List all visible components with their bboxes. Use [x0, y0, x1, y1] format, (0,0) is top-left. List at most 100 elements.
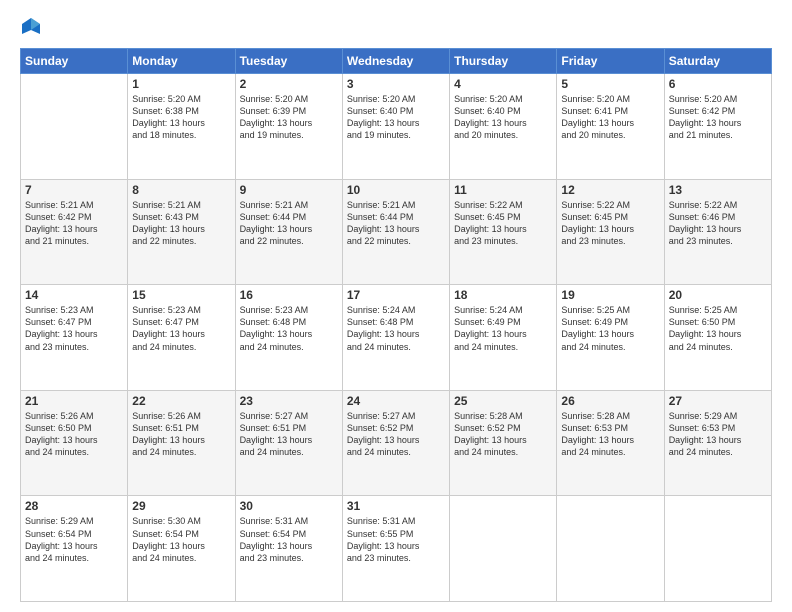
cell-info: Sunrise: 5:22 AM Sunset: 6:46 PM Dayligh… — [669, 199, 767, 248]
day-number: 22 — [132, 394, 230, 408]
day-number: 13 — [669, 183, 767, 197]
header — [20, 16, 772, 38]
day-number: 7 — [25, 183, 123, 197]
day-number: 19 — [561, 288, 659, 302]
calendar-cell: 23 Sunrise: 5:27 AM Sunset: 6:51 PM Dayli… — [235, 390, 342, 496]
day-number: 20 — [669, 288, 767, 302]
calendar-cell: 31Sunrise: 5:31 AM Sunset: 6:55 PM Dayli… — [342, 496, 449, 602]
calendar-cell: 11Sunrise: 5:22 AM Sunset: 6:45 PM Dayli… — [450, 179, 557, 285]
day-number: 21 — [25, 394, 123, 408]
logo-icon — [20, 16, 42, 38]
calendar-cell: 17 Sunrise: 5:24 AM Sunset: 6:48 PM Dayli… — [342, 285, 449, 391]
day-number: 17 — [347, 288, 445, 302]
calendar-cell: 13 Sunrise: 5:22 AM Sunset: 6:46 PM Dayli… — [664, 179, 771, 285]
calendar-cell: 20 Sunrise: 5:25 AM Sunset: 6:50 PM Dayli… — [664, 285, 771, 391]
day-number: 14 — [25, 288, 123, 302]
calendar-cell: 15 Sunrise: 5:23 AM Sunset: 6:47 PM Dayli… — [128, 285, 235, 391]
day-number: 6 — [669, 77, 767, 91]
calendar-cell: 30 Sunrise: 5:31 AM Sunset: 6:54 PM Dayli… — [235, 496, 342, 602]
day-number: 16 — [240, 288, 338, 302]
cell-info: Sunrise: 5:29 AM Sunset: 6:53 PM Dayligh… — [669, 410, 767, 459]
cell-info: Sunrise: 5:22 AM Sunset: 6:45 PM Dayligh… — [454, 199, 552, 248]
day-number: 3 — [347, 77, 445, 91]
cell-info: Sunrise: 5:24 AM Sunset: 6:49 PM Dayligh… — [454, 304, 552, 353]
cell-info: Sunrise: 5:26 AM Sunset: 6:51 PM Dayligh… — [132, 410, 230, 459]
weekday-header: Monday — [128, 49, 235, 74]
calendar-cell: 22 Sunrise: 5:26 AM Sunset: 6:51 PM Dayli… — [128, 390, 235, 496]
page: SundayMondayTuesdayWednesdayThursdayFrid… — [0, 0, 792, 612]
cell-info: Sunrise: 5:20 AM Sunset: 6:42 PM Dayligh… — [669, 93, 767, 142]
calendar-cell: 6 Sunrise: 5:20 AM Sunset: 6:42 PM Daylig… — [664, 74, 771, 180]
cell-info: Sunrise: 5:25 AM Sunset: 6:50 PM Dayligh… — [669, 304, 767, 353]
calendar-cell: 18 Sunrise: 5:24 AM Sunset: 6:49 PM Dayli… — [450, 285, 557, 391]
day-number: 23 — [240, 394, 338, 408]
cell-info: Sunrise: 5:20 AM Sunset: 6:40 PM Dayligh… — [347, 93, 445, 142]
calendar-cell — [21, 74, 128, 180]
calendar-cell: 28Sunrise: 5:29 AM Sunset: 6:54 PM Dayli… — [21, 496, 128, 602]
calendar-cell: 5 Sunrise: 5:20 AM Sunset: 6:41 PM Daylig… — [557, 74, 664, 180]
calendar-cell — [557, 496, 664, 602]
calendar-cell: 16 Sunrise: 5:23 AM Sunset: 6:48 PM Dayli… — [235, 285, 342, 391]
cell-info: Sunrise: 5:28 AM Sunset: 6:52 PM Dayligh… — [454, 410, 552, 459]
weekday-header: Wednesday — [342, 49, 449, 74]
cell-info: Sunrise: 5:24 AM Sunset: 6:48 PM Dayligh… — [347, 304, 445, 353]
logo — [20, 16, 46, 38]
calendar-cell: 24 Sunrise: 5:27 AM Sunset: 6:52 PM Dayli… — [342, 390, 449, 496]
calendar-cell — [664, 496, 771, 602]
day-number: 29 — [132, 499, 230, 513]
day-number: 31 — [347, 499, 445, 513]
day-number: 8 — [132, 183, 230, 197]
cell-info: Sunrise: 5:22 AM Sunset: 6:45 PM Dayligh… — [561, 199, 659, 248]
day-number: 26 — [561, 394, 659, 408]
calendar-cell — [450, 496, 557, 602]
weekday-header: Tuesday — [235, 49, 342, 74]
day-number: 12 — [561, 183, 659, 197]
cell-info: Sunrise: 5:27 AM Sunset: 6:52 PM Dayligh… — [347, 410, 445, 459]
day-number: 25 — [454, 394, 552, 408]
cell-info: Sunrise: 5:30 AM Sunset: 6:54 PM Dayligh… — [132, 515, 230, 564]
calendar-cell: 27Sunrise: 5:29 AM Sunset: 6:53 PM Dayli… — [664, 390, 771, 496]
cell-info: Sunrise: 5:31 AM Sunset: 6:54 PM Dayligh… — [240, 515, 338, 564]
cell-info: Sunrise: 5:20 AM Sunset: 6:38 PM Dayligh… — [132, 93, 230, 142]
calendar-cell: 26 Sunrise: 5:28 AM Sunset: 6:53 PM Dayli… — [557, 390, 664, 496]
calendar-cell: 12 Sunrise: 5:22 AM Sunset: 6:45 PM Dayli… — [557, 179, 664, 285]
cell-info: Sunrise: 5:20 AM Sunset: 6:41 PM Dayligh… — [561, 93, 659, 142]
weekday-header: Sunday — [21, 49, 128, 74]
calendar-cell: 14 Sunrise: 5:23 AM Sunset: 6:47 PM Dayli… — [21, 285, 128, 391]
calendar-cell: 2Sunrise: 5:20 AM Sunset: 6:39 PM Daylig… — [235, 74, 342, 180]
cell-info: Sunrise: 5:23 AM Sunset: 6:47 PM Dayligh… — [25, 304, 123, 353]
day-number: 30 — [240, 499, 338, 513]
cell-info: Sunrise: 5:21 AM Sunset: 6:44 PM Dayligh… — [240, 199, 338, 248]
day-number: 9 — [240, 183, 338, 197]
day-number: 5 — [561, 77, 659, 91]
weekday-header: Saturday — [664, 49, 771, 74]
day-number: 4 — [454, 77, 552, 91]
calendar-cell: 4 Sunrise: 5:20 AM Sunset: 6:40 PM Daylig… — [450, 74, 557, 180]
calendar-cell: 10 Sunrise: 5:21 AM Sunset: 6:44 PM Dayli… — [342, 179, 449, 285]
calendar-table: SundayMondayTuesdayWednesdayThursdayFrid… — [20, 48, 772, 602]
day-number: 28 — [25, 499, 123, 513]
day-number: 10 — [347, 183, 445, 197]
cell-info: Sunrise: 5:23 AM Sunset: 6:47 PM Dayligh… — [132, 304, 230, 353]
calendar-cell: 8Sunrise: 5:21 AM Sunset: 6:43 PM Daylig… — [128, 179, 235, 285]
calendar-cell: 3 Sunrise: 5:20 AM Sunset: 6:40 PM Daylig… — [342, 74, 449, 180]
day-number: 1 — [132, 77, 230, 91]
day-number: 24 — [347, 394, 445, 408]
cell-info: Sunrise: 5:23 AM Sunset: 6:48 PM Dayligh… — [240, 304, 338, 353]
cell-info: Sunrise: 5:28 AM Sunset: 6:53 PM Dayligh… — [561, 410, 659, 459]
day-number: 15 — [132, 288, 230, 302]
cell-info: Sunrise: 5:21 AM Sunset: 6:42 PM Dayligh… — [25, 199, 123, 248]
weekday-header: Friday — [557, 49, 664, 74]
calendar-cell: 1 Sunrise: 5:20 AM Sunset: 6:38 PM Daylig… — [128, 74, 235, 180]
calendar-cell: 21Sunrise: 5:26 AM Sunset: 6:50 PM Dayli… — [21, 390, 128, 496]
cell-info: Sunrise: 5:25 AM Sunset: 6:49 PM Dayligh… — [561, 304, 659, 353]
cell-info: Sunrise: 5:20 AM Sunset: 6:40 PM Dayligh… — [454, 93, 552, 142]
calendar-cell: 9 Sunrise: 5:21 AM Sunset: 6:44 PM Daylig… — [235, 179, 342, 285]
weekday-header: Thursday — [450, 49, 557, 74]
cell-info: Sunrise: 5:21 AM Sunset: 6:44 PM Dayligh… — [347, 199, 445, 248]
day-number: 18 — [454, 288, 552, 302]
cell-info: Sunrise: 5:27 AM Sunset: 6:51 PM Dayligh… — [240, 410, 338, 459]
calendar-cell: 19 Sunrise: 5:25 AM Sunset: 6:49 PM Dayli… — [557, 285, 664, 391]
cell-info: Sunrise: 5:20 AM Sunset: 6:39 PM Dayligh… — [240, 93, 338, 142]
calendar-cell: 7 Sunrise: 5:21 AM Sunset: 6:42 PM Daylig… — [21, 179, 128, 285]
